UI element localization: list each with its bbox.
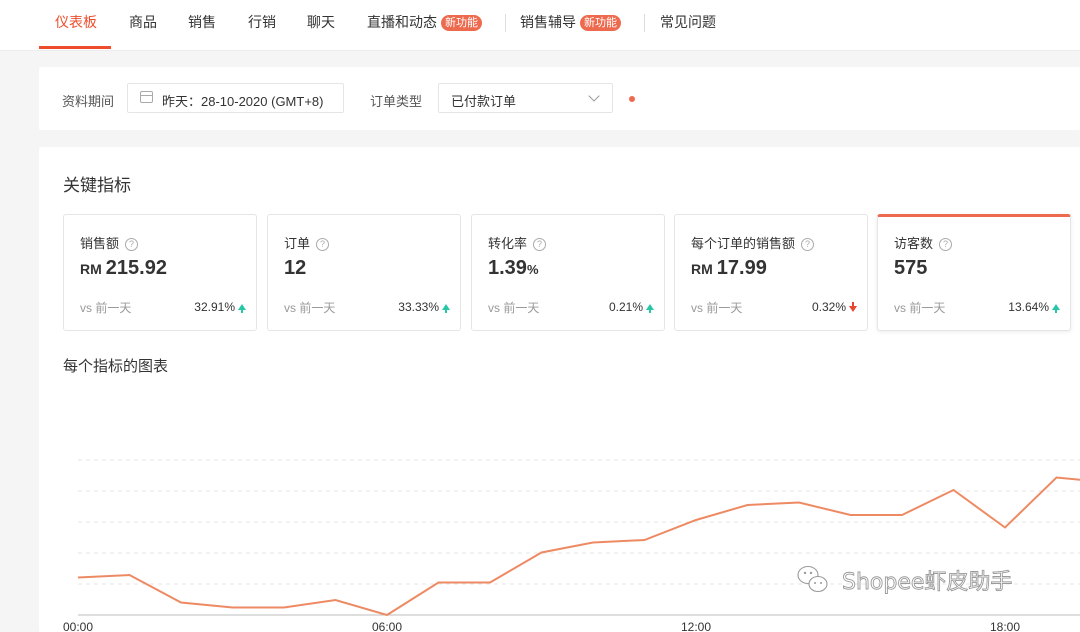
x-tick-label: 06:00 (372, 620, 402, 632)
x-tick-label: 18:00 (990, 620, 1020, 632)
line-chart: 00:00 06:00 12:00 18:00 Shopee虾皮助手 (63, 459, 1080, 632)
x-tick-label: 00:00 (63, 620, 93, 632)
wechat-logo (797, 565, 828, 593)
x-tick-label: 12:00 (681, 620, 711, 632)
watermark-text: Shopee虾皮助手 (842, 570, 1012, 595)
